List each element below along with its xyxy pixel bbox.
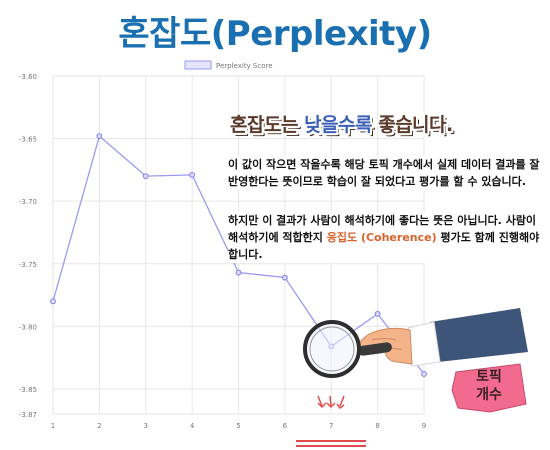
data-point — [142, 173, 149, 180]
data-point — [374, 310, 381, 317]
annotation-paragraph-1: 이 값이 작으면 작을수록 해당 토픽 개수에서 실제 데이터 결과를 잘 반영… — [228, 156, 544, 190]
y-tick-label: -3.60 — [19, 73, 37, 81]
headline-particle: 는 — [280, 114, 305, 136]
y-tick-label: -3.70 — [19, 198, 37, 206]
x-tick-label: 4 — [190, 422, 195, 430]
badge-line-2: 개수 — [476, 387, 502, 403]
x-tick-label: 2 — [97, 422, 101, 430]
x-tick-label: 1 — [51, 422, 55, 430]
coherence-highlight: 응집도 (Coherence) — [326, 231, 437, 244]
data-point — [235, 269, 242, 276]
x-tick-label: 7 — [329, 422, 333, 430]
chart-legend: Perplexity Score — [184, 60, 273, 70]
x-tick-label: 6 — [283, 422, 288, 430]
data-point — [421, 371, 427, 377]
x-tick-label: 8 — [375, 422, 379, 430]
data-point — [189, 171, 196, 178]
data-point — [96, 133, 103, 139]
x-tick-label: 3 — [144, 422, 148, 430]
x-tick-label: 5 — [236, 422, 240, 430]
data-point — [328, 343, 335, 350]
data-point — [281, 274, 288, 281]
badge-line-1: 토픽 — [476, 369, 502, 385]
y-axis: -3.60 -3.65 -3.70 -3.75 -3.80 -3.85 -3.87 — [19, 73, 37, 419]
headline-end: 좋습니다. — [371, 114, 453, 136]
y-tick-label: -3.85 — [19, 386, 37, 394]
y-tick-label: -3.65 — [19, 136, 37, 144]
annotation-headline: 혼잡도는 낮을수록 좋습니다. — [230, 110, 453, 137]
y-tick-label: -3.87 — [19, 411, 37, 419]
legend-label: Perplexity Score — [216, 62, 273, 70]
annotation-paragraph-2: 하지만 이 결과가 사람이 해석하기에 좋다는 뜻은 아닙니다. 사람이 해석하… — [228, 212, 544, 263]
x-axis: 1 2 3 4 5 6 7 8 9 — [51, 422, 426, 430]
headline-term: 혼잡도 — [230, 114, 281, 136]
topic-count-badge-label: 토픽 개수 — [450, 368, 528, 404]
x-tick-label: 9 — [422, 422, 426, 430]
headline-emphasis: 낮을수록 — [304, 114, 372, 136]
y-tick-label: -3.75 — [19, 261, 37, 269]
data-point — [50, 298, 56, 305]
y-tick-label: -3.80 — [19, 323, 37, 331]
legend-swatch — [184, 60, 212, 70]
